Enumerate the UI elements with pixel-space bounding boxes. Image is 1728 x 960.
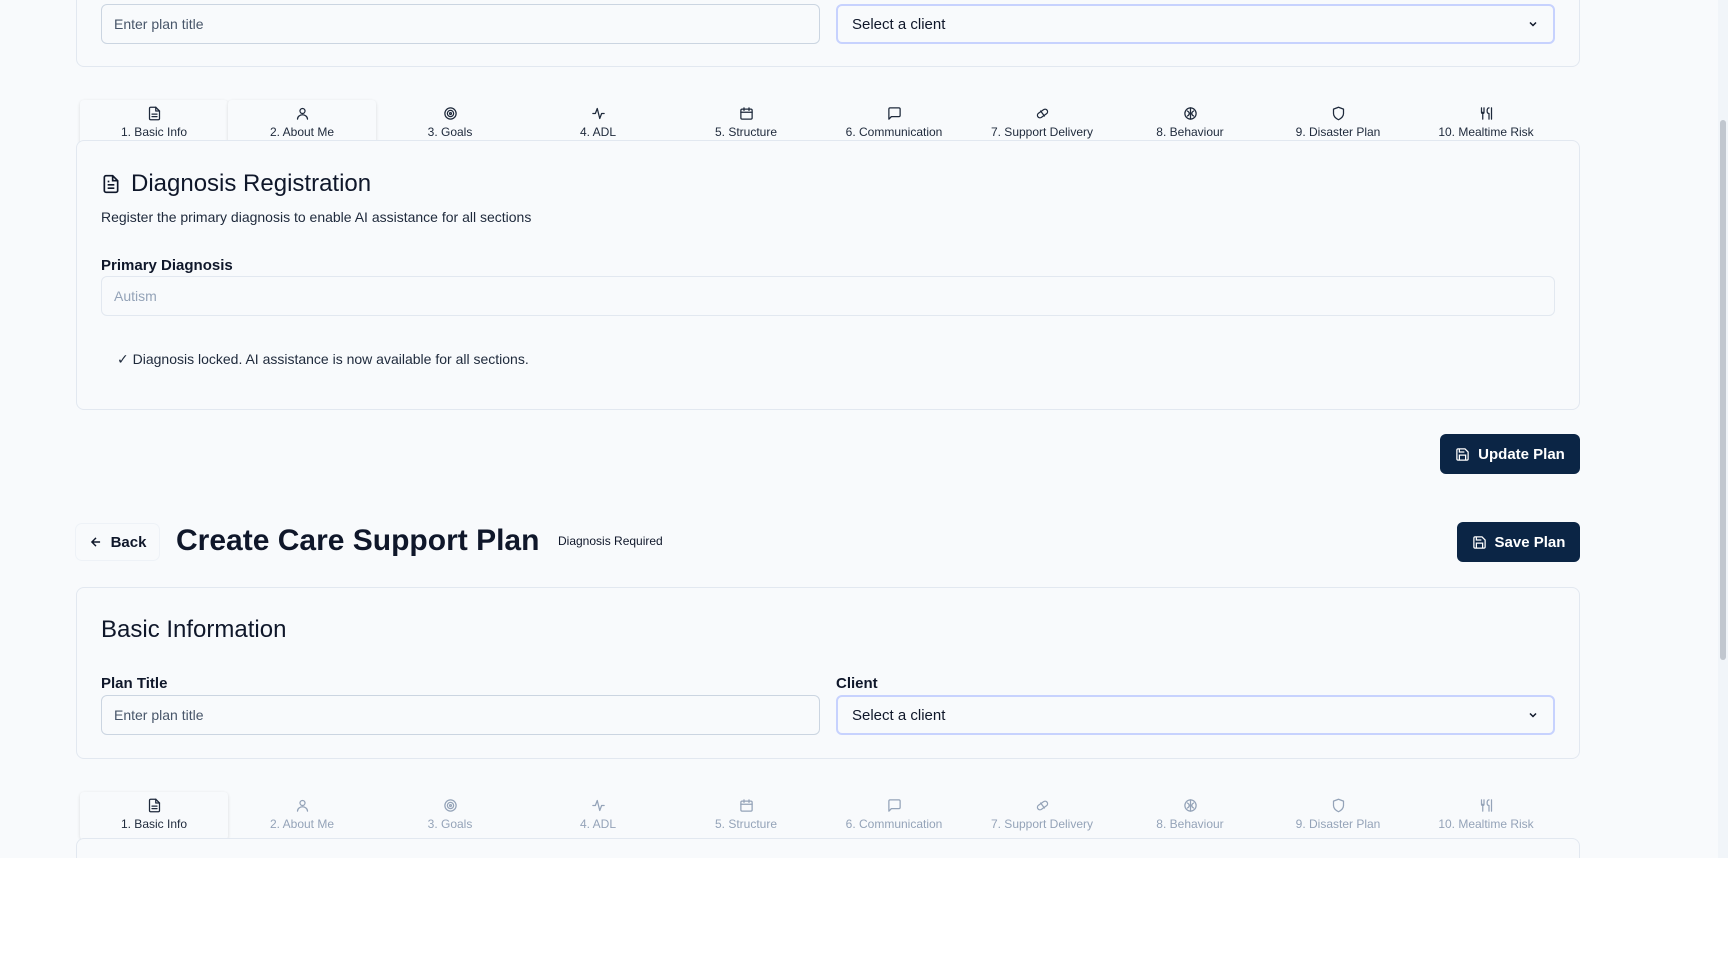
tab-label: 5. Structure <box>714 817 778 831</box>
diagnosis-description: Register the primary diagnosis to enable… <box>101 209 532 225</box>
tab-label: 6. Communication <box>845 817 943 831</box>
tab-label: 3. Goals <box>427 817 473 831</box>
diagnosis-locked-message: ✓ Diagnosis locked. AI assistance is now… <box>117 351 529 367</box>
activity-icon <box>591 799 605 812</box>
chevron-down-icon <box>1529 21 1537 27</box>
user-icon <box>296 799 308 812</box>
shield-icon <box>1332 798 1344 813</box>
tab-bottom-2[interactable]: 2. About Me <box>228 792 376 840</box>
tab-bottom-9[interactable]: 9. Disaster Plan <box>1264 792 1412 840</box>
tab-bottom-5[interactable]: 5. Structure <box>672 792 820 840</box>
plan-title-label: Plan Title <box>101 675 168 692</box>
target-icon <box>443 799 457 812</box>
client-label: Client <box>836 675 878 692</box>
tab-bottom-10[interactable]: 10. Mealtime Risk <box>1412 792 1560 840</box>
tab-label: 7. Support Delivery <box>990 817 1094 831</box>
tab-bottom-4[interactable]: 4. ADL <box>524 792 672 840</box>
section-tabs-bottom: 1. Basic Info 2. About Me 3. Goals 4. ADL 5.… <box>80 792 1560 840</box>
tab-label: 5. Structure <box>714 125 778 139</box>
tab-label: 4. ADL <box>579 125 617 139</box>
basic-info-title: Basic Information <box>101 616 287 643</box>
update-plan-button[interactable]: Update Plan <box>1440 434 1580 474</box>
tab-label: 1. Basic Info <box>120 817 188 831</box>
calendar-icon <box>739 107 753 120</box>
page-viewport: Enter plan title Select a client 1. Basi… <box>0 0 1728 858</box>
tab-label: 10. Mealtime Risk <box>1438 125 1534 139</box>
tab-label: 9. Disaster Plan <box>1295 125 1381 139</box>
status-badge: Diagnosis Required <box>558 534 663 548</box>
tab-bottom-8[interactable]: 8. Behaviour <box>1116 792 1264 840</box>
back-button[interactable]: Back <box>76 524 159 560</box>
tab-label: 10. Mealtime Risk <box>1438 817 1534 831</box>
brain-icon <box>1183 799 1197 812</box>
brain-icon <box>1183 107 1197 120</box>
client-select[interactable]: Select a client <box>836 695 1555 735</box>
arrow-left-icon <box>90 537 100 547</box>
save-plan-button[interactable]: Save Plan <box>1457 522 1580 562</box>
save-icon <box>1472 535 1486 549</box>
tab-bottom-3[interactable]: 3. Goals <box>376 792 524 840</box>
plan-title-input[interactable]: Enter plan title <box>101 695 820 735</box>
shield-icon <box>1332 106 1344 121</box>
section-content-card <box>76 838 1580 858</box>
chevron-down-icon <box>1529 712 1537 718</box>
message-icon <box>887 107 901 120</box>
target-icon <box>443 107 457 120</box>
utensils-icon <box>1480 799 1492 812</box>
page-title: Create Care Support Plan <box>176 524 540 557</box>
file-text-icon <box>148 798 160 813</box>
calendar-icon <box>739 799 753 812</box>
tab-label: 1. Basic Info <box>120 125 188 139</box>
pill-icon <box>1036 800 1048 811</box>
tab-label: 4. ADL <box>579 817 617 831</box>
tab-label: 2. About Me <box>269 125 335 139</box>
top-client-select[interactable]: Select a client <box>836 4 1555 44</box>
tab-label: 7. Support Delivery <box>990 125 1094 139</box>
tab-bottom-7[interactable]: 7. Support Delivery <box>968 792 1116 840</box>
tab-label: 2. About Me <box>269 817 335 831</box>
tab-label: 9. Disaster Plan <box>1295 817 1381 831</box>
tab-label: 3. Goals <box>427 125 473 139</box>
tab-label: 6. Communication <box>845 125 943 139</box>
file-text-icon <box>148 106 160 121</box>
utensils-icon <box>1480 107 1492 120</box>
diagnosis-header: Diagnosis Registration <box>101 170 371 198</box>
file-text-icon <box>103 174 119 194</box>
tab-label: 8. Behaviour <box>1156 125 1224 139</box>
save-icon <box>1456 447 1469 461</box>
tab-label: 8. Behaviour <box>1156 817 1224 831</box>
pill-icon <box>1036 108 1048 119</box>
tab-bottom-1[interactable]: 1. Basic Info <box>80 792 228 840</box>
message-icon <box>887 799 901 812</box>
scrollbar-thumb[interactable] <box>1720 120 1726 660</box>
user-icon <box>296 107 308 120</box>
top-plan-title-input[interactable]: Enter plan title <box>101 4 820 44</box>
diagnosis-title: Diagnosis Registration <box>131 170 372 197</box>
activity-icon <box>591 107 605 120</box>
tab-bottom-6[interactable]: 6. Communication <box>820 792 968 840</box>
primary-diagnosis-label: Primary Diagnosis <box>101 257 233 274</box>
primary-diagnosis-field[interactable]: Autism <box>101 276 1555 316</box>
